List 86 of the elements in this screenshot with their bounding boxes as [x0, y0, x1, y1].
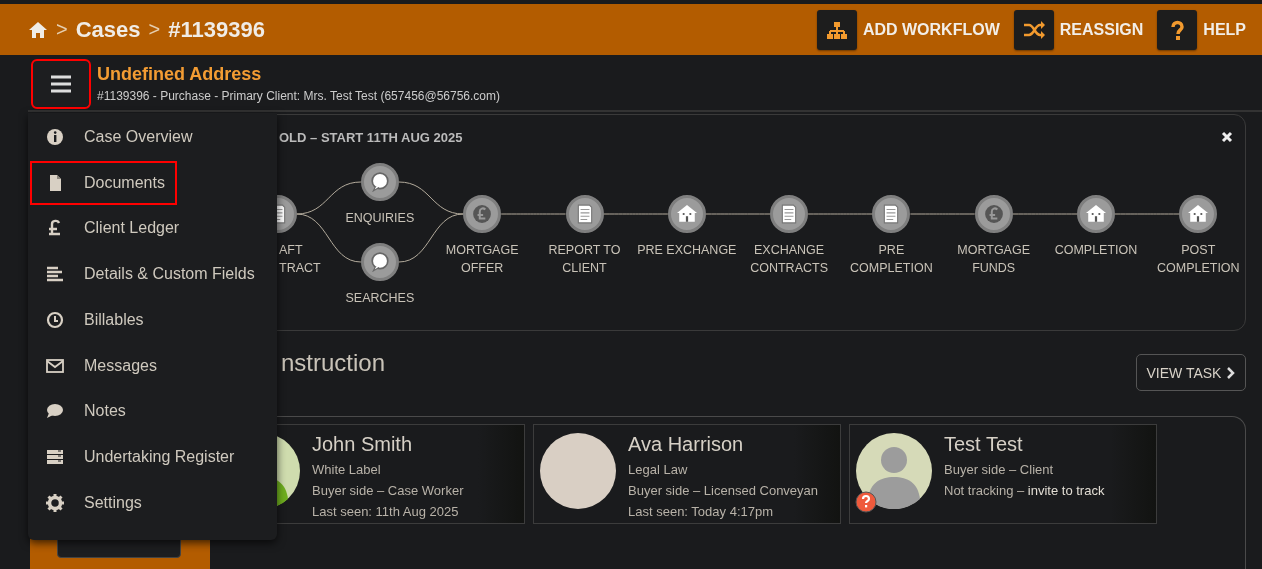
workflow-step-label: AFT TRACT — [279, 242, 319, 277]
connector-line — [1114, 213, 1180, 215]
menu-item[interactable]: Settings — [30, 480, 154, 525]
workflow-title: OLD – START 11TH AUG 2025 — [279, 130, 463, 145]
person-detail: Buyer side – Case Worker — [312, 483, 464, 498]
workflow-step-node[interactable] — [463, 195, 502, 233]
gear-icon — [46, 493, 64, 512]
toolbar-action-button[interactable]: REASSIGN — [1013, 9, 1144, 50]
breadcrumb-separator: > — [148, 18, 161, 41]
workflow-step-node[interactable] — [872, 195, 911, 233]
chat-icon — [369, 252, 390, 272]
menu-item[interactable]: Documents — [30, 160, 177, 205]
person-card[interactable]: Ava Harrison Legal Law Buyer side – Licensed Conveyan Last seen: Today 4:17pm — [533, 424, 841, 524]
breadcrumb-link[interactable]: Cases — [75, 16, 141, 43]
breadcrumb-separator: > — [56, 18, 68, 41]
toolbar-action-button[interactable]: HELP — [1157, 9, 1246, 50]
workflow-step-label: MORTGAGE OFFER — [444, 242, 520, 277]
envelope-icon — [46, 356, 64, 375]
hierarchy-icon — [816, 9, 857, 50]
house-icon — [1188, 204, 1209, 224]
person-detail: White Label — [312, 462, 382, 477]
tracking-status: Not tracking – — [944, 483, 1025, 498]
next-task-title: nstruction — [281, 349, 386, 377]
menu-item[interactable]: Case Overview — [30, 114, 205, 159]
question-mark-icon — [1157, 9, 1198, 50]
menu-item[interactable]: Billables — [30, 297, 156, 342]
workflow-step-label: PRE EXCHANGE — [636, 242, 738, 259]
workflow-step-label: REPORT TO CLIENT — [547, 242, 622, 277]
connector-line — [603, 213, 669, 215]
workflow-step-label: SEARCHES — [344, 290, 416, 307]
menu-item[interactable]: Details & Custom Fields — [30, 252, 267, 296]
close-icon[interactable] — [1221, 131, 1233, 143]
workflow-step-node[interactable] — [565, 195, 604, 233]
avatar-silhouette-icon — [856, 433, 932, 509]
question-badge-icon — [855, 491, 877, 513]
view-task-button[interactable]: VIEW TASK — [1136, 354, 1246, 391]
person-name: Ava Harrison — [628, 433, 745, 456]
person-detail: Legal Law — [628, 462, 689, 477]
connector-line — [909, 213, 976, 215]
house-icon — [1086, 204, 1106, 224]
menu-item[interactable]: Messages — [30, 343, 169, 388]
shuffle-icon — [1013, 9, 1054, 50]
workflow-step-node[interactable] — [1179, 195, 1218, 233]
lines-icon — [46, 265, 64, 283]
invite-link[interactable]: invite to track — [1027, 483, 1105, 498]
toolbar-action-button[interactable]: ADD WORKFLOW — [816, 9, 1000, 50]
home-icon[interactable] — [28, 20, 48, 39]
workflow-step-label: ENQUIRIES — [344, 210, 416, 227]
workflow-step-node[interactable] — [667, 195, 706, 233]
workflow-step-node[interactable] — [360, 243, 399, 281]
person-detail: Buyer side – Licensed Conveyan — [628, 483, 819, 498]
connector-line — [807, 213, 873, 215]
menu-item[interactable]: Notes — [30, 389, 138, 434]
pound-icon — [983, 204, 1004, 224]
workflow-step-label: PRE COMPLETION — [849, 242, 934, 277]
person-name: Test Test — [944, 433, 1024, 456]
person-name: John Smith — [312, 433, 414, 456]
workflow-step-node[interactable] — [974, 195, 1013, 233]
person-card[interactable]: Test Test Buyer side – Client Not tracking – invite to track — [849, 424, 1157, 524]
chat-icon — [369, 172, 390, 192]
info-icon — [46, 127, 64, 146]
connector-line — [705, 213, 771, 215]
pound-icon — [472, 204, 493, 224]
workflow-step-node[interactable] — [1077, 195, 1115, 233]
case-subtitle: #1139396 - Purchase - Primary Client: Mrs. Test Test (657456@56756.com) — [97, 89, 501, 103]
person-detail: Buyer side – Client — [944, 462, 1055, 477]
breadcrumb-current: #1139396 — [168, 16, 265, 43]
connector-line — [500, 213, 566, 215]
person-detail: Last seen: 11th Aug 2025 — [312, 504, 460, 519]
register-icon — [46, 448, 64, 466]
workflow-step-label: MORTGAGE FUNDS — [956, 242, 1032, 277]
menu-item[interactable]: Client Ledger — [30, 206, 192, 251]
house-icon — [676, 204, 697, 224]
menu-button[interactable] — [32, 59, 90, 108]
workflow-step-label: COMPLETION — [1053, 242, 1139, 259]
workflow-step-label: EXCHANGE CONTRACTS — [749, 242, 829, 277]
comment-icon — [46, 402, 64, 421]
clock-icon — [46, 310, 64, 329]
workflow-step-node[interactable] — [770, 195, 809, 233]
person-detail: Last seen: Today 4:17pm — [628, 504, 775, 519]
chevron-right-icon — [1227, 366, 1236, 379]
connector-line — [1012, 213, 1078, 215]
workflow-step-node[interactable] — [360, 163, 399, 201]
case-title: Undefined Address — [97, 64, 263, 85]
workflow-step-label: POST COMPLETION — [1155, 242, 1241, 277]
menu-icon — [50, 74, 72, 93]
